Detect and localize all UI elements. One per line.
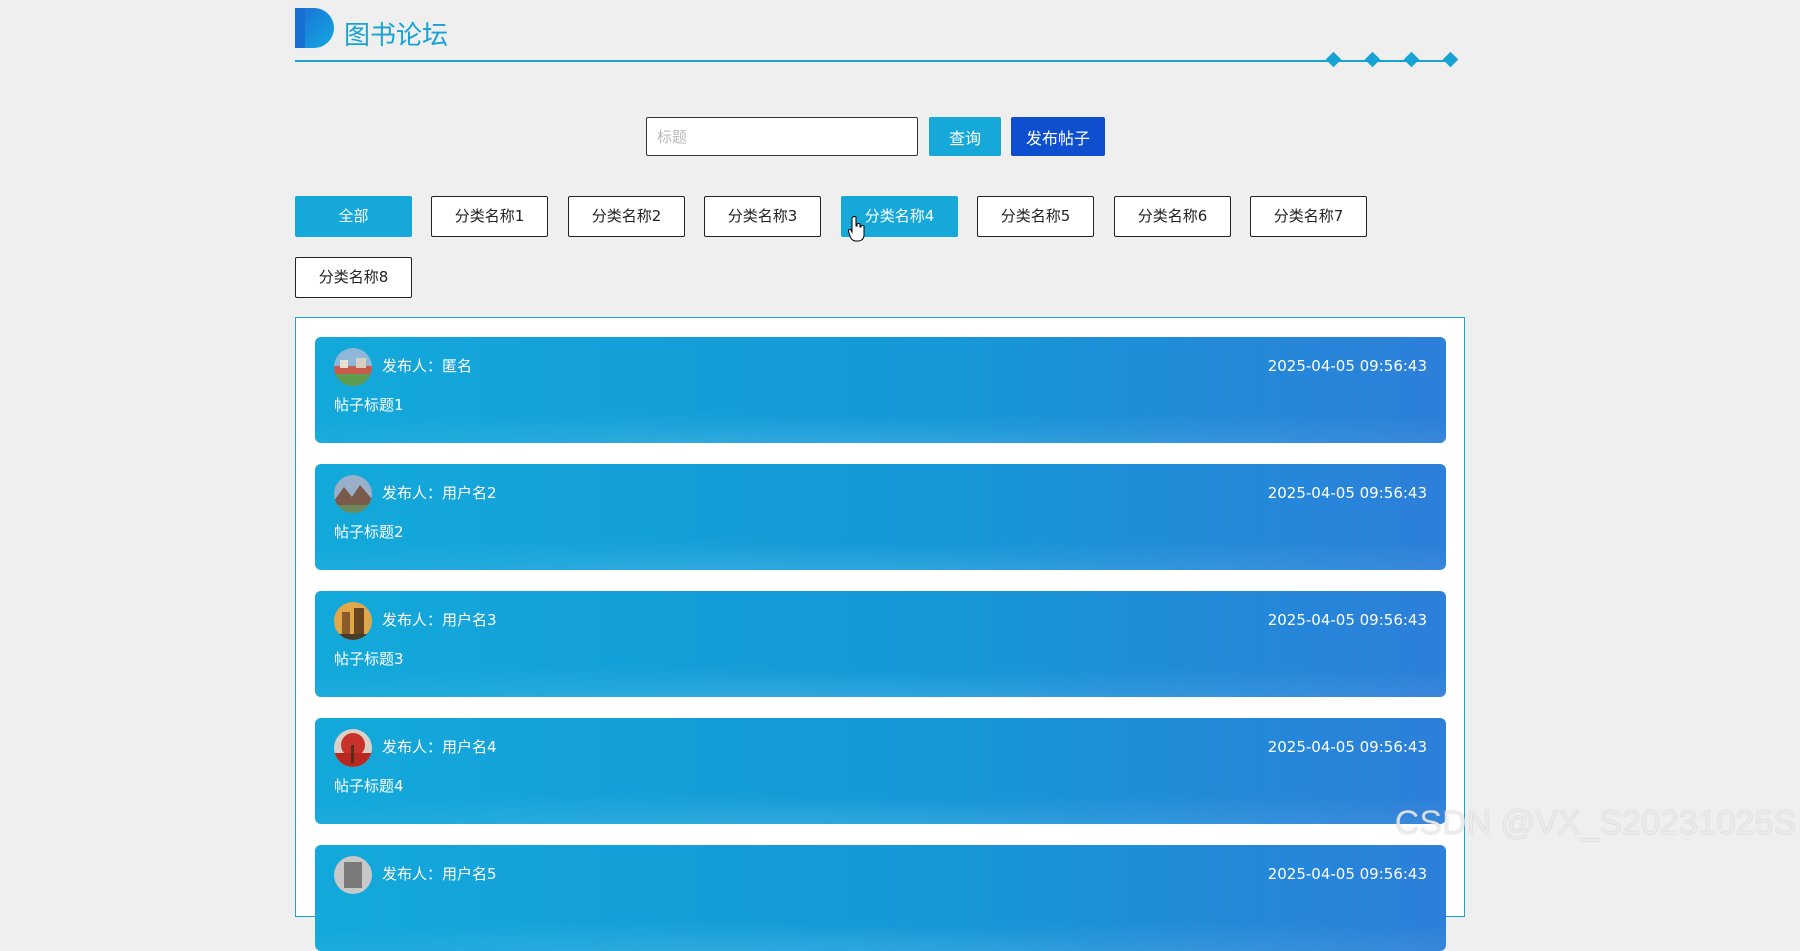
post-date: 2025-04-05 09:56:43 [1267, 484, 1427, 502]
category-tab-1[interactable]: 分类名称1 [431, 196, 548, 237]
query-button[interactable]: 查询 [929, 117, 1001, 156]
post-card[interactable]: 发布人：用户名4 2025-04-05 09:56:43 帖子标题4 [315, 718, 1446, 824]
post-date: 2025-04-05 09:56:43 [1267, 357, 1427, 375]
post-title[interactable]: 帖子标题2 [334, 521, 404, 543]
post-card[interactable]: 发布人：用户名3 2025-04-05 09:56:43 帖子标题3 [315, 591, 1446, 697]
post-date: 2025-04-05 09:56:43 [1267, 865, 1427, 883]
post-card[interactable]: 发布人：用户名5 2025-04-05 09:56:43 [315, 845, 1446, 951]
page-header: 图书论坛 [295, 8, 1460, 68]
avatar [334, 475, 372, 513]
category-tab-8[interactable]: 分类名称8 [295, 257, 412, 298]
diamond-decoration-icon [1325, 51, 1342, 68]
diamond-decoration-icon [1364, 51, 1381, 68]
avatar [334, 602, 372, 640]
post-author: 发布人：用户名2 [382, 484, 497, 502]
category-tab-7[interactable]: 分类名称7 [1250, 196, 1367, 237]
category-tab-2[interactable]: 分类名称2 [568, 196, 685, 237]
watermark-text: CSDN @VX_S20231025S [1394, 804, 1796, 842]
post-title[interactable]: 帖子标题3 [334, 648, 404, 670]
category-tab-6[interactable]: 分类名称6 [1114, 196, 1231, 237]
post-card[interactable]: 发布人：用户名2 2025-04-05 09:56:43 帖子标题2 [315, 464, 1446, 570]
avatar [334, 348, 372, 386]
post-card[interactable]: 发布人：匿名 2025-04-05 09:56:43 帖子标题1 [315, 337, 1446, 443]
post-title[interactable]: 帖子标题1 [334, 394, 404, 416]
category-tab-5[interactable]: 分类名称5 [977, 196, 1094, 237]
post-author: 发布人：用户名5 [382, 865, 497, 883]
diamond-decoration-icon [1442, 51, 1459, 68]
category-tab-all[interactable]: 全部 [295, 196, 412, 237]
post-list: 发布人：匿名 2025-04-05 09:56:43 帖子标题1 发布人：用户名… [295, 317, 1465, 951]
site-logo-icon [295, 8, 334, 48]
post-date: 2025-04-05 09:56:43 [1267, 738, 1427, 756]
header-divider [295, 60, 1455, 62]
diamond-decoration-icon [1403, 51, 1420, 68]
post-author: 发布人：匿名 [382, 357, 473, 375]
avatar [334, 729, 372, 767]
post-title[interactable]: 帖子标题4 [334, 775, 404, 797]
post-author: 发布人：用户名3 [382, 611, 497, 629]
post-author: 发布人：用户名4 [382, 738, 497, 756]
post-date: 2025-04-05 09:56:43 [1267, 611, 1427, 629]
category-tab-3[interactable]: 分类名称3 [704, 196, 821, 237]
avatar [334, 856, 372, 894]
hand-pointer-cursor-icon [848, 216, 865, 242]
title-search-input[interactable] [646, 117, 918, 156]
publish-post-button[interactable]: 发布帖子 [1011, 117, 1105, 156]
site-title: 图书论坛 [344, 21, 449, 51]
